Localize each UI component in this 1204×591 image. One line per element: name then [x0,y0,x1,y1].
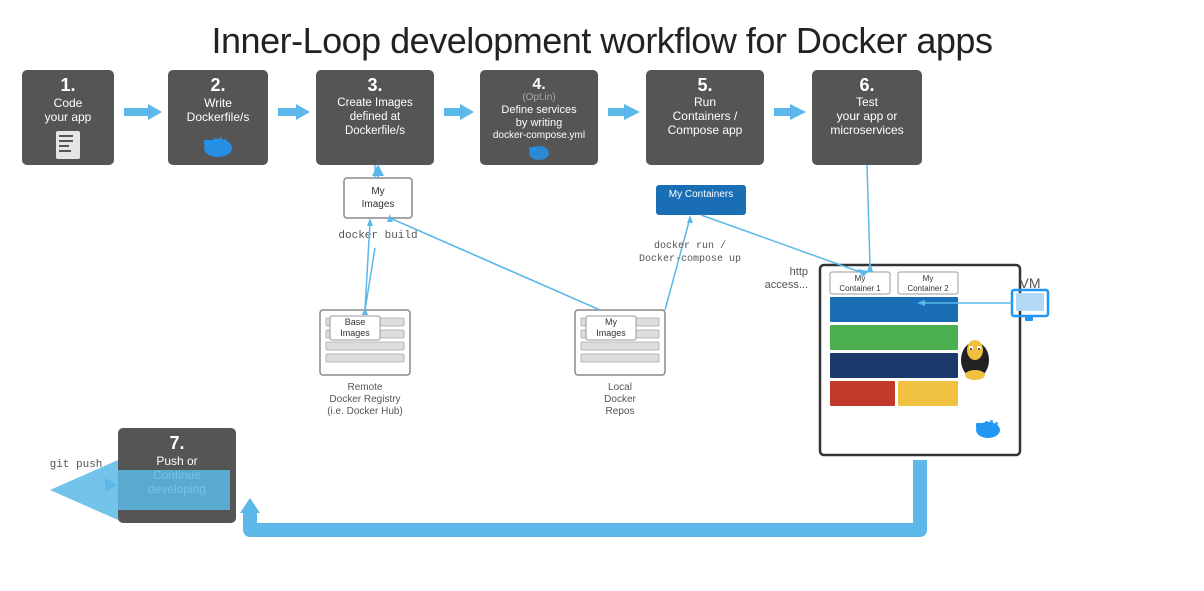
svg-text:Repos: Repos [606,406,635,417]
svg-text:My: My [371,186,384,197]
svg-text:http: http [790,266,808,278]
svg-text:Container 1: Container 1 [839,284,881,293]
svg-text:My: My [605,317,617,327]
svg-text:Define services: Define services [501,104,577,116]
svg-text:Images: Images [340,328,370,338]
svg-text:(i.e. Docker Hub): (i.e. Docker Hub) [327,406,403,417]
svg-text:docker run /: docker run / [654,240,726,252]
svg-text:Run: Run [694,95,716,109]
svg-text:Create Images: Create Images [337,97,413,109]
svg-text:VM: VM [1020,275,1041,291]
svg-text:Images: Images [362,199,395,210]
arrow3-4 [444,104,474,120]
svg-text:Images: Images [596,328,626,338]
svg-text:docker-compose.yml: docker-compose.yml [493,130,585,141]
svg-text:6.: 6. [859,75,874,95]
svg-text:Base: Base [345,317,366,327]
svg-text:5.: 5. [697,75,712,95]
arrow2-3 [278,104,310,120]
svg-text:Test: Test [856,95,879,109]
svg-text:Local: Local [608,382,632,393]
svg-text:Containers /: Containers / [673,109,738,123]
svg-text:Dockerfile/s: Dockerfile/s [345,125,405,137]
svg-text:Dockerfile/s: Dockerfile/s [187,110,250,124]
arrow5-6 [774,104,806,120]
svg-text:Docker Registry: Docker Registry [329,394,400,405]
svg-text:Compose app: Compose app [668,123,743,137]
svg-text:Code: Code [54,96,83,110]
svg-text:Container 2: Container 2 [907,284,949,293]
svg-text:Push or: Push or [156,454,197,468]
arrow4-5 [608,104,640,120]
diagram-svg: 1. Code your app 2. Write Dockerfile/s 3… [0,0,1204,591]
svg-text:7.: 7. [169,433,184,453]
svg-text:(Opt.in): (Opt.in) [522,92,555,103]
svg-text:Docker-compose up: Docker-compose up [639,253,741,265]
svg-text:Docker: Docker [604,394,636,405]
svg-text:by writing: by writing [516,117,562,129]
svg-text:My Containers: My Containers [669,189,733,200]
svg-text:docker build: docker build [338,230,417,242]
svg-text:4.: 4. [532,76,545,93]
svg-text:2.: 2. [210,75,225,95]
svg-text:defined at: defined at [350,111,401,123]
svg-text:your app: your app [45,110,92,124]
svg-text:3.: 3. [367,75,382,95]
svg-text:My: My [923,274,934,283]
flow-container: Inner-Loop development workflow for Dock… [0,0,1204,591]
svg-text:microservices: microservices [830,123,903,137]
svg-text:access...: access... [765,279,808,291]
svg-text:Write: Write [204,96,232,110]
svg-text:git push: git push [50,459,103,471]
svg-text:your app or: your app or [837,109,898,123]
svg-text:Remote: Remote [347,382,382,393]
svg-text:1.: 1. [60,75,75,95]
arrow1-2 [124,104,162,120]
